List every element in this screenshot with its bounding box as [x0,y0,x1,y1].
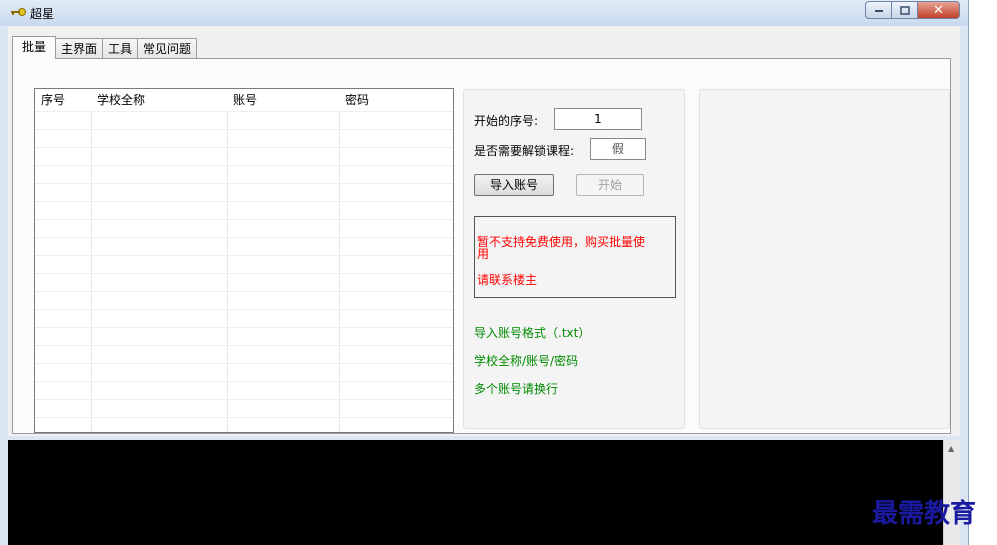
key-icon [11,8,26,16]
hint-newline: 多个账号请换行 [474,382,559,396]
grid-line [35,129,453,130]
client-area: 批量 主界面 工具 常见问题 序号 学校全称 账号 密码 开始的序号: 1 是否… [8,26,960,436]
grid-line [339,111,340,432]
tab-faq[interactable]: 常见问题 [137,38,198,59]
grid-line [35,381,453,382]
grid-line [35,255,453,256]
unlock-course-select[interactable]: 假 [590,138,646,160]
grid-line [35,273,453,274]
import-accounts-button[interactable]: 导入账号 [474,174,554,196]
column-header-password[interactable]: 密码 [339,89,453,111]
scroll-up-icon[interactable]: ▲ [948,444,954,453]
grid-line [35,237,453,238]
grid-line [35,417,453,418]
settings-group: 开始的序号: 1 是否需要解锁课程: 假 导入账号 开始 暂不支持免费使用，购买… [463,89,685,429]
grid-line [35,183,453,184]
close-icon: ✕ [933,2,944,18]
minimize-icon [874,10,883,12]
watermark-logo: 最需教育 [872,499,977,529]
close-button[interactable]: ✕ [917,1,960,19]
console-output[interactable] [8,440,943,545]
grid-line [227,111,228,432]
grid-line [91,111,92,432]
grid-line [35,165,453,166]
tab-strip: 批量 主界面 工具 常见问题 [12,36,198,59]
notice-line-2: 请联系楼主 [477,273,538,287]
hint-format: 导入账号格式（.txt） [474,326,591,340]
grid-line [35,309,453,310]
unlock-course-label: 是否需要解锁课程: [474,144,575,158]
column-header-account[interactable]: 账号 [227,89,339,111]
tab-batch[interactable]: 批量 [12,36,57,59]
grid-line [35,345,453,346]
grid-line [35,147,453,148]
tab-main[interactable]: 主界面 [55,38,104,59]
right-panel [699,89,950,429]
grid-line [35,363,453,364]
notice-box: 暂不支持免费使用，购买批量使 用 请联系楼主 [474,216,676,298]
grid-line [35,291,453,292]
grid-line [35,111,453,112]
window-title: 超星 [30,7,55,21]
start-index-label: 开始的序号: [474,114,539,128]
minimize-button[interactable] [865,1,891,19]
notice-line-1: 暂不支持免费使用，购买批量使 [477,235,646,249]
column-header-index[interactable]: 序号 [35,89,91,111]
batch-tab-panel: 序号 学校全称 账号 密码 开始的序号: 1 是否需要解锁课程: 假 导入账号 … [12,58,951,434]
grid-line [35,327,453,328]
hint-fields: 学校全称/账号/密码 [474,354,579,368]
app-window: 超星 ✕ 批量 主界面 工具 常见问题 序号 学校全称 账号 密码 开始的序号:… [0,0,969,545]
column-header-school[interactable]: 学校全称 [91,89,227,111]
accounts-table[interactable]: 序号 学校全称 账号 密码 [34,88,454,433]
caption-buttons: ✕ [865,1,960,21]
maximize-button[interactable] [891,1,917,19]
start-button[interactable]: 开始 [576,174,644,196]
tab-tools[interactable]: 工具 [102,38,139,59]
title-bar[interactable]: 超星 ✕ [0,0,968,26]
start-index-input[interactable]: 1 [554,108,642,130]
maximize-icon [899,5,910,15]
grid-line [35,219,453,220]
notice-line-1-wrap: 用 [477,247,490,261]
grid-line [35,201,453,202]
grid-line [35,399,453,400]
